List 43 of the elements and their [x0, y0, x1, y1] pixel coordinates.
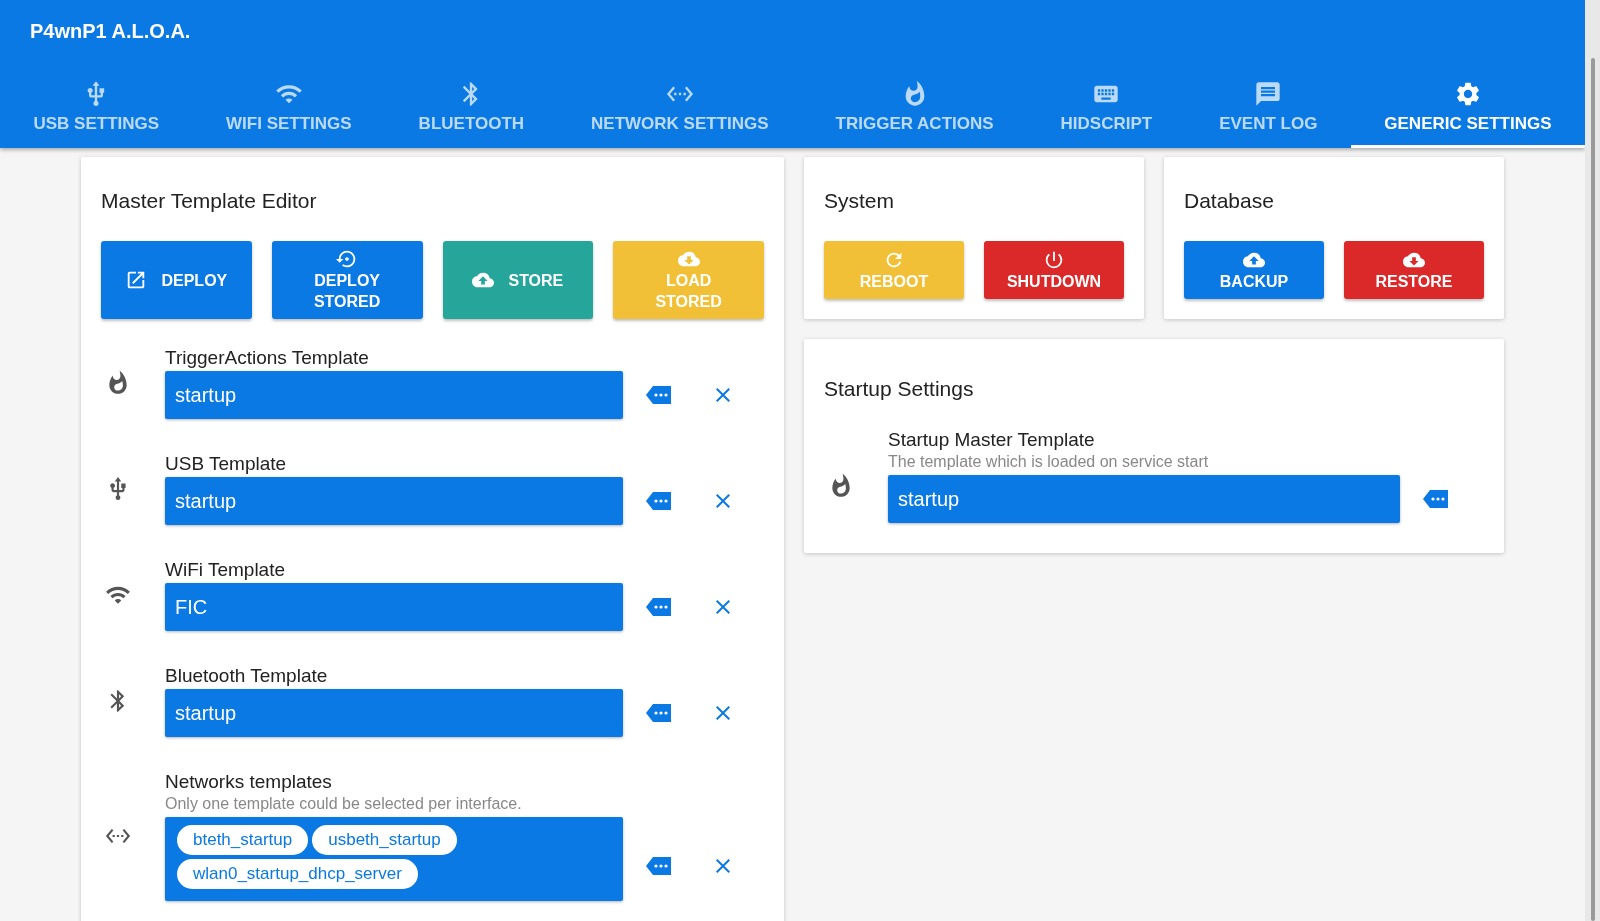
card-title: Master Template Editor	[101, 189, 318, 213]
nav-tab[interactable]: TRIGGER ACTIONS	[802, 62, 1028, 148]
field-label: Startup Master Template	[888, 429, 1096, 451]
action-button[interactable]: DEPLOY	[101, 241, 252, 319]
tag-icon[interactable]	[645, 856, 673, 876]
nav-tab[interactable]: EVENT LOG	[1185, 62, 1351, 148]
field-label: TriggerActions Template	[165, 347, 370, 369]
template-chip[interactable]: usbeth_startup	[312, 825, 457, 855]
select-field[interactable]: FIC	[165, 583, 623, 631]
field-hint: The template which is loaded on service start	[888, 453, 1210, 471]
app-title: P4wnP1 A.L.O.A.	[30, 19, 191, 43]
template-chip[interactable]: bteth_startup	[177, 825, 309, 855]
nav-tab[interactable]: USB SETTINGS	[0, 62, 193, 148]
action-button[interactable]: BACKUP	[1184, 241, 1324, 299]
select-field[interactable]: startup	[888, 475, 1400, 523]
card-title: Database	[1184, 189, 1275, 213]
select-field[interactable]: bteth_startup usbeth_startup wlan0_startup_dhcp_server	[165, 817, 623, 901]
action-button[interactable]: STORE	[442, 241, 594, 319]
tag-icon[interactable]	[645, 703, 673, 723]
field-hint: Only one template could be selected per interface.	[165, 795, 523, 813]
action-button[interactable]: SHUTDOWN	[984, 241, 1124, 299]
tag-icon[interactable]	[1422, 489, 1450, 509]
field-label: Bluetooth Template	[165, 665, 329, 687]
field-label: Networks templates	[165, 771, 333, 793]
scrollbar[interactable]	[1585, 0, 1600, 921]
nav-tab[interactable]: HIDSCRIPT	[1027, 62, 1186, 148]
tag-icon[interactable]	[645, 491, 673, 511]
action-button[interactable]: DEPLOY STORED	[271, 241, 423, 319]
field-label: WiFi Template	[165, 559, 286, 581]
action-button[interactable]: RESTORE	[1344, 241, 1484, 299]
tag-icon[interactable]	[645, 385, 673, 405]
select-field[interactable]: startup	[165, 689, 623, 737]
field-label: USB Template	[165, 453, 288, 475]
select-field[interactable]: startup	[165, 477, 623, 525]
card-title: Startup Settings	[824, 377, 975, 401]
nav-tab[interactable]: WIFI SETTINGS	[192, 62, 386, 148]
tag-icon[interactable]	[645, 597, 673, 617]
nav-tab[interactable]: BLUETOOTH	[385, 62, 558, 148]
nav-tab[interactable]: NETWORK SETTINGS	[557, 62, 803, 148]
template-chip[interactable]: wlan0_startup_dhcp_server	[177, 859, 418, 889]
message-icon	[1254, 79, 1283, 108]
card-title: System	[824, 189, 895, 213]
select-field[interactable]: startup	[165, 371, 623, 419]
